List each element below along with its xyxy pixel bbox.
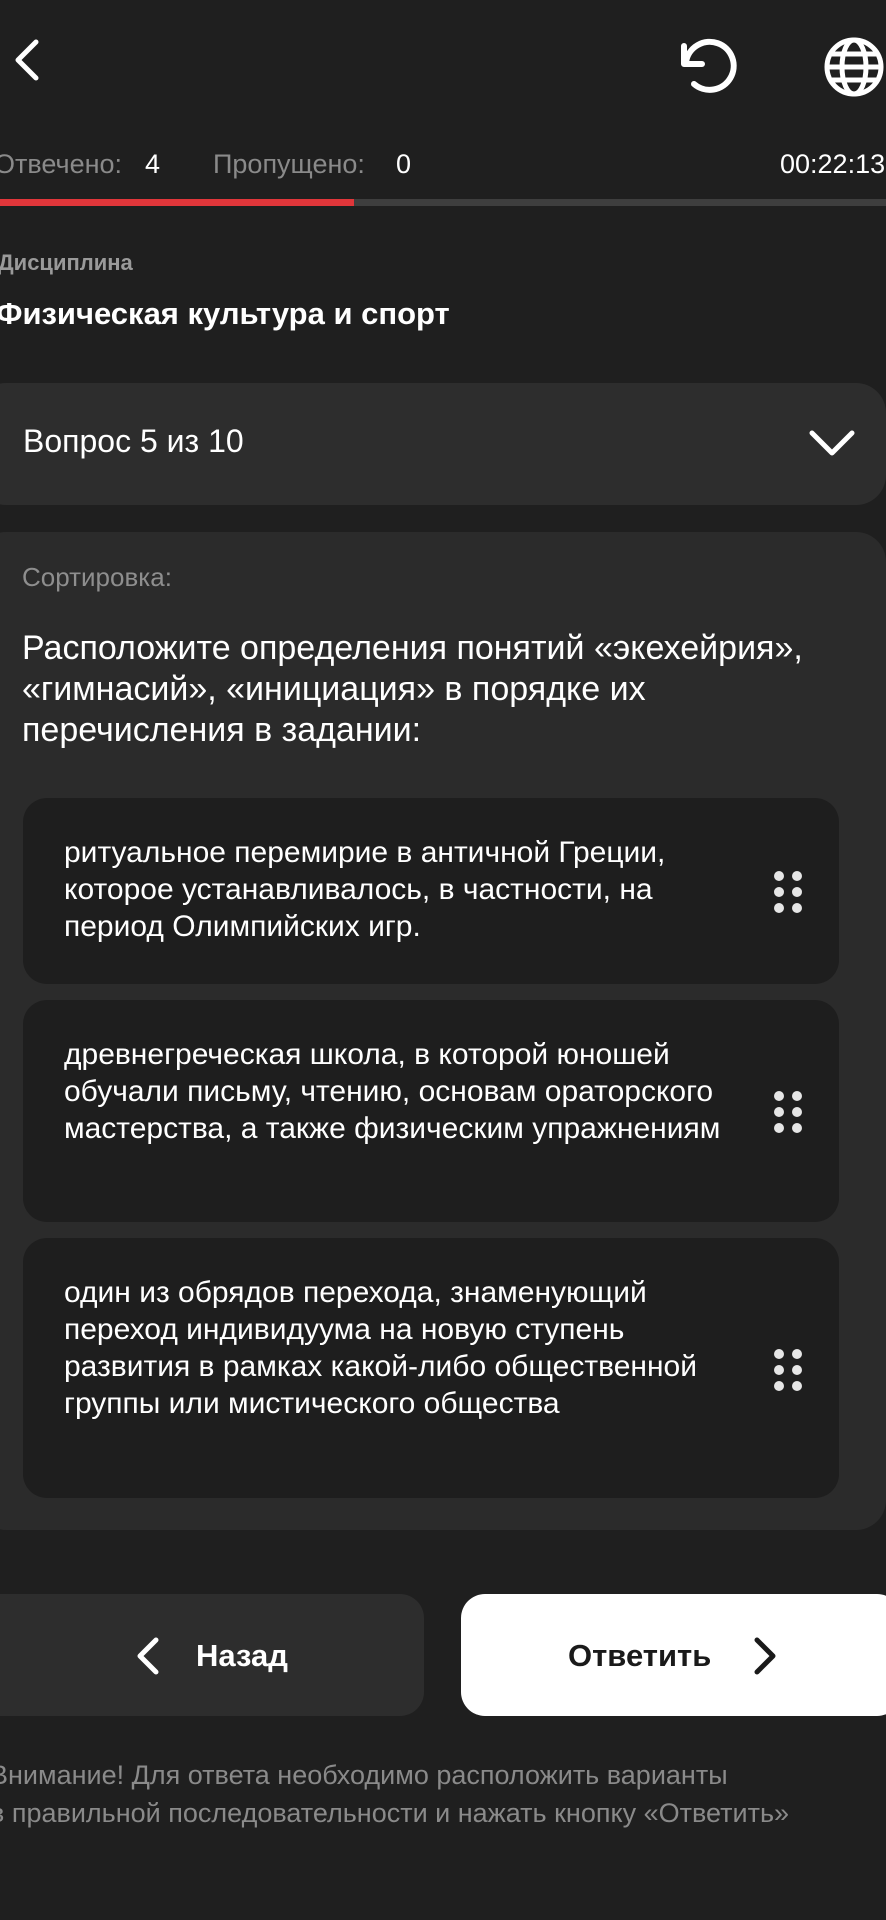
question-type: Сортировка: (22, 562, 172, 592)
sort-item-text: один из обрядов перехода, знаменующий пе… (64, 1276, 697, 1420)
drag-handle-icon[interactable] (771, 1348, 805, 1392)
notice-line-1: Внимание! Для ответа необходимо располож… (0, 1760, 728, 1790)
back-button[interactable]: Назад (0, 1594, 424, 1716)
discipline-title: Физическая культура и спорт (0, 296, 450, 331)
chevron-left-icon (134, 1636, 162, 1676)
drag-handle-icon[interactable] (771, 870, 805, 914)
question-card: Сортировка: Расположите определения поня… (0, 532, 886, 1530)
progress-bar (0, 199, 886, 206)
sort-item-text: ритуальное перемирие в античной Греции, … (64, 836, 666, 943)
chevron-right-icon (751, 1636, 779, 1676)
timer: 00:22:13 (780, 149, 886, 179)
back-chevron-icon[interactable] (6, 34, 52, 86)
globe-icon[interactable] (820, 32, 886, 102)
sort-item-2[interactable]: древнегреческая школа, в которой юношей … (23, 1000, 839, 1222)
drag-handle-icon[interactable] (771, 1090, 805, 1134)
chevron-down-icon (806, 423, 858, 463)
answered-label: Отвечено: (0, 149, 123, 179)
discipline-label: Дисциплина (0, 250, 133, 275)
refresh-icon[interactable] (672, 32, 742, 102)
skipped-count: 0 (396, 149, 412, 179)
sort-item-text: древнегреческая школа, в которой юношей … (64, 1038, 721, 1145)
sort-item-1[interactable]: ритуальное перемирие в античной Греции, … (23, 798, 839, 984)
instruction-notice: Внимание! Для ответа необходимо располож… (0, 1756, 886, 1832)
answer-button-label: Ответить (568, 1638, 712, 1673)
stats-row: Отвечено: 4 Пропущено: 0 00:22:13 (0, 144, 886, 184)
progress-fill (0, 199, 355, 206)
back-button-label: Назад (196, 1638, 288, 1673)
question-text: Расположите определения понятий «экехейр… (22, 629, 803, 749)
notice-line-2: в правильной последовательности и нажать… (0, 1798, 790, 1828)
sort-item-3[interactable]: один из обрядов перехода, знаменующий пе… (23, 1238, 839, 1498)
skipped-label: Пропущено: (213, 149, 365, 179)
question-number: Вопрос 5 из 10 (23, 423, 244, 459)
answer-button[interactable]: Ответить (461, 1594, 886, 1716)
answered-count: 4 (145, 149, 161, 179)
question-selector[interactable]: Вопрос 5 из 10 (0, 383, 886, 505)
